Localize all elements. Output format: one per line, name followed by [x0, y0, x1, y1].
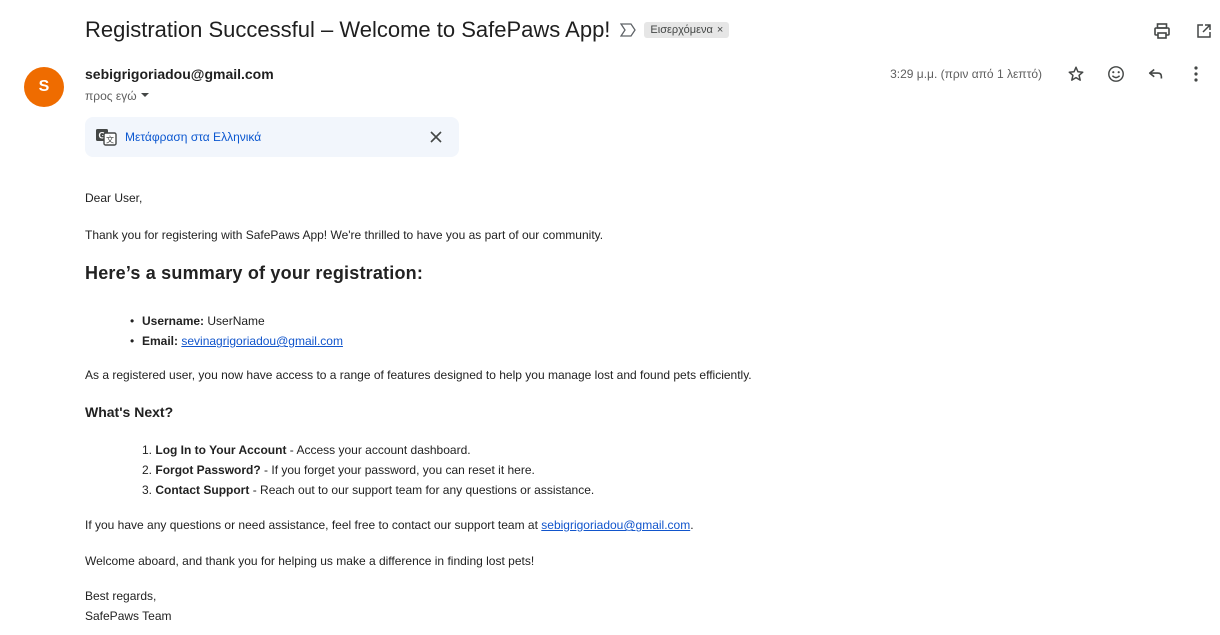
- label-chip-text: Εισερχόμενα: [650, 24, 713, 36]
- thanks-paragraph: Thank you for registering with SafePaws …: [85, 228, 604, 242]
- list-title: Log In to Your Account: [155, 443, 287, 457]
- translate-bar: G文 Μετάφραση στα Ελληνικά: [85, 117, 459, 157]
- importance-marker-icon[interactable]: [620, 21, 638, 39]
- message-meta: 3:29 μ.μ. (πριν από 1 λεπτό): [890, 64, 1206, 84]
- signature: SafePaws Team: [85, 609, 172, 623]
- recipient-label: προς εγώ: [85, 89, 137, 103]
- subject-row: Registration Successful – Welcome to Saf…: [85, 12, 730, 48]
- star-icon[interactable]: [1066, 64, 1086, 84]
- sender-email[interactable]: sebigrigoriadou@gmail.com: [85, 66, 274, 82]
- list-item: 3. Contact Support - Reach out to our su…: [142, 480, 594, 500]
- next-heading: What's Next?: [85, 404, 174, 420]
- list-desc: - Reach out to our support team for any …: [249, 483, 595, 497]
- recipient-dropdown[interactable]: προς εγώ: [85, 89, 150, 103]
- access-paragraph: As a registered user, you now have acces…: [85, 368, 752, 382]
- list-item: 1. Log In to Your Account - Access your …: [142, 440, 594, 460]
- list-number: 2.: [142, 463, 153, 477]
- registered-email-link[interactable]: sevinagrigoriadou@gmail.com: [181, 334, 343, 348]
- label-chip-inbox[interactable]: Εισερχόμενα ×: [644, 22, 730, 38]
- print-icon[interactable]: [1152, 21, 1172, 41]
- contact-suffix: .: [690, 518, 694, 532]
- top-actions: [1152, 21, 1214, 41]
- open-in-new-window-icon[interactable]: [1194, 21, 1214, 41]
- timestamp: 3:29 μ.μ. (πριν από 1 λεπτό): [890, 67, 1042, 81]
- list-item: 2. Forgot Password? - If you forget your…: [142, 460, 594, 480]
- email-subject: Registration Successful – Welcome to Saf…: [85, 17, 611, 42]
- welcome-paragraph: Welcome aboard, and thank you for helpin…: [85, 554, 535, 568]
- reply-icon[interactable]: [1146, 64, 1166, 84]
- avatar[interactable]: S: [24, 67, 64, 107]
- summary-list: Username: UserName Email: sevinagrigoria…: [85, 311, 343, 351]
- greeting: Dear User,: [85, 191, 143, 205]
- close-icon[interactable]: [427, 128, 445, 146]
- username-value: UserName: [207, 314, 265, 328]
- chevron-down-icon: [140, 89, 150, 103]
- list-desc: - Access your account dashboard.: [286, 443, 471, 457]
- username-label: Username:: [142, 314, 205, 328]
- email-label: Email:: [142, 334, 179, 348]
- list-desc: - If you forget your password, you can r…: [260, 463, 535, 477]
- more-vert-icon[interactable]: [1186, 64, 1206, 84]
- translate-icon: G文: [95, 128, 117, 146]
- svg-text:文: 文: [106, 135, 114, 145]
- emoji-icon[interactable]: [1106, 64, 1126, 84]
- summary-heading: Here’s a summary of your registration:: [85, 263, 424, 283]
- translate-link[interactable]: Μετάφραση στα Ελληνικά: [125, 130, 261, 144]
- contact-prefix: If you have any questions or need assist…: [85, 518, 542, 532]
- regards: Best regards,: [85, 589, 157, 603]
- support-email-link[interactable]: sebigrigoriadou@gmail.com: [541, 518, 690, 532]
- list-item: Email: sevinagrigoriadou@gmail.com: [130, 331, 343, 351]
- next-steps-list: 1. Log In to Your Account - Access your …: [85, 440, 594, 500]
- remove-label-icon[interactable]: ×: [717, 24, 723, 36]
- list-title: Forgot Password?: [155, 463, 261, 477]
- list-number: 1.: [142, 443, 153, 457]
- list-number: 3.: [142, 483, 153, 497]
- contact-paragraph: If you have any questions or need assist…: [85, 517, 694, 533]
- list-title: Contact Support: [155, 483, 250, 497]
- list-item: Username: UserName: [130, 311, 343, 331]
